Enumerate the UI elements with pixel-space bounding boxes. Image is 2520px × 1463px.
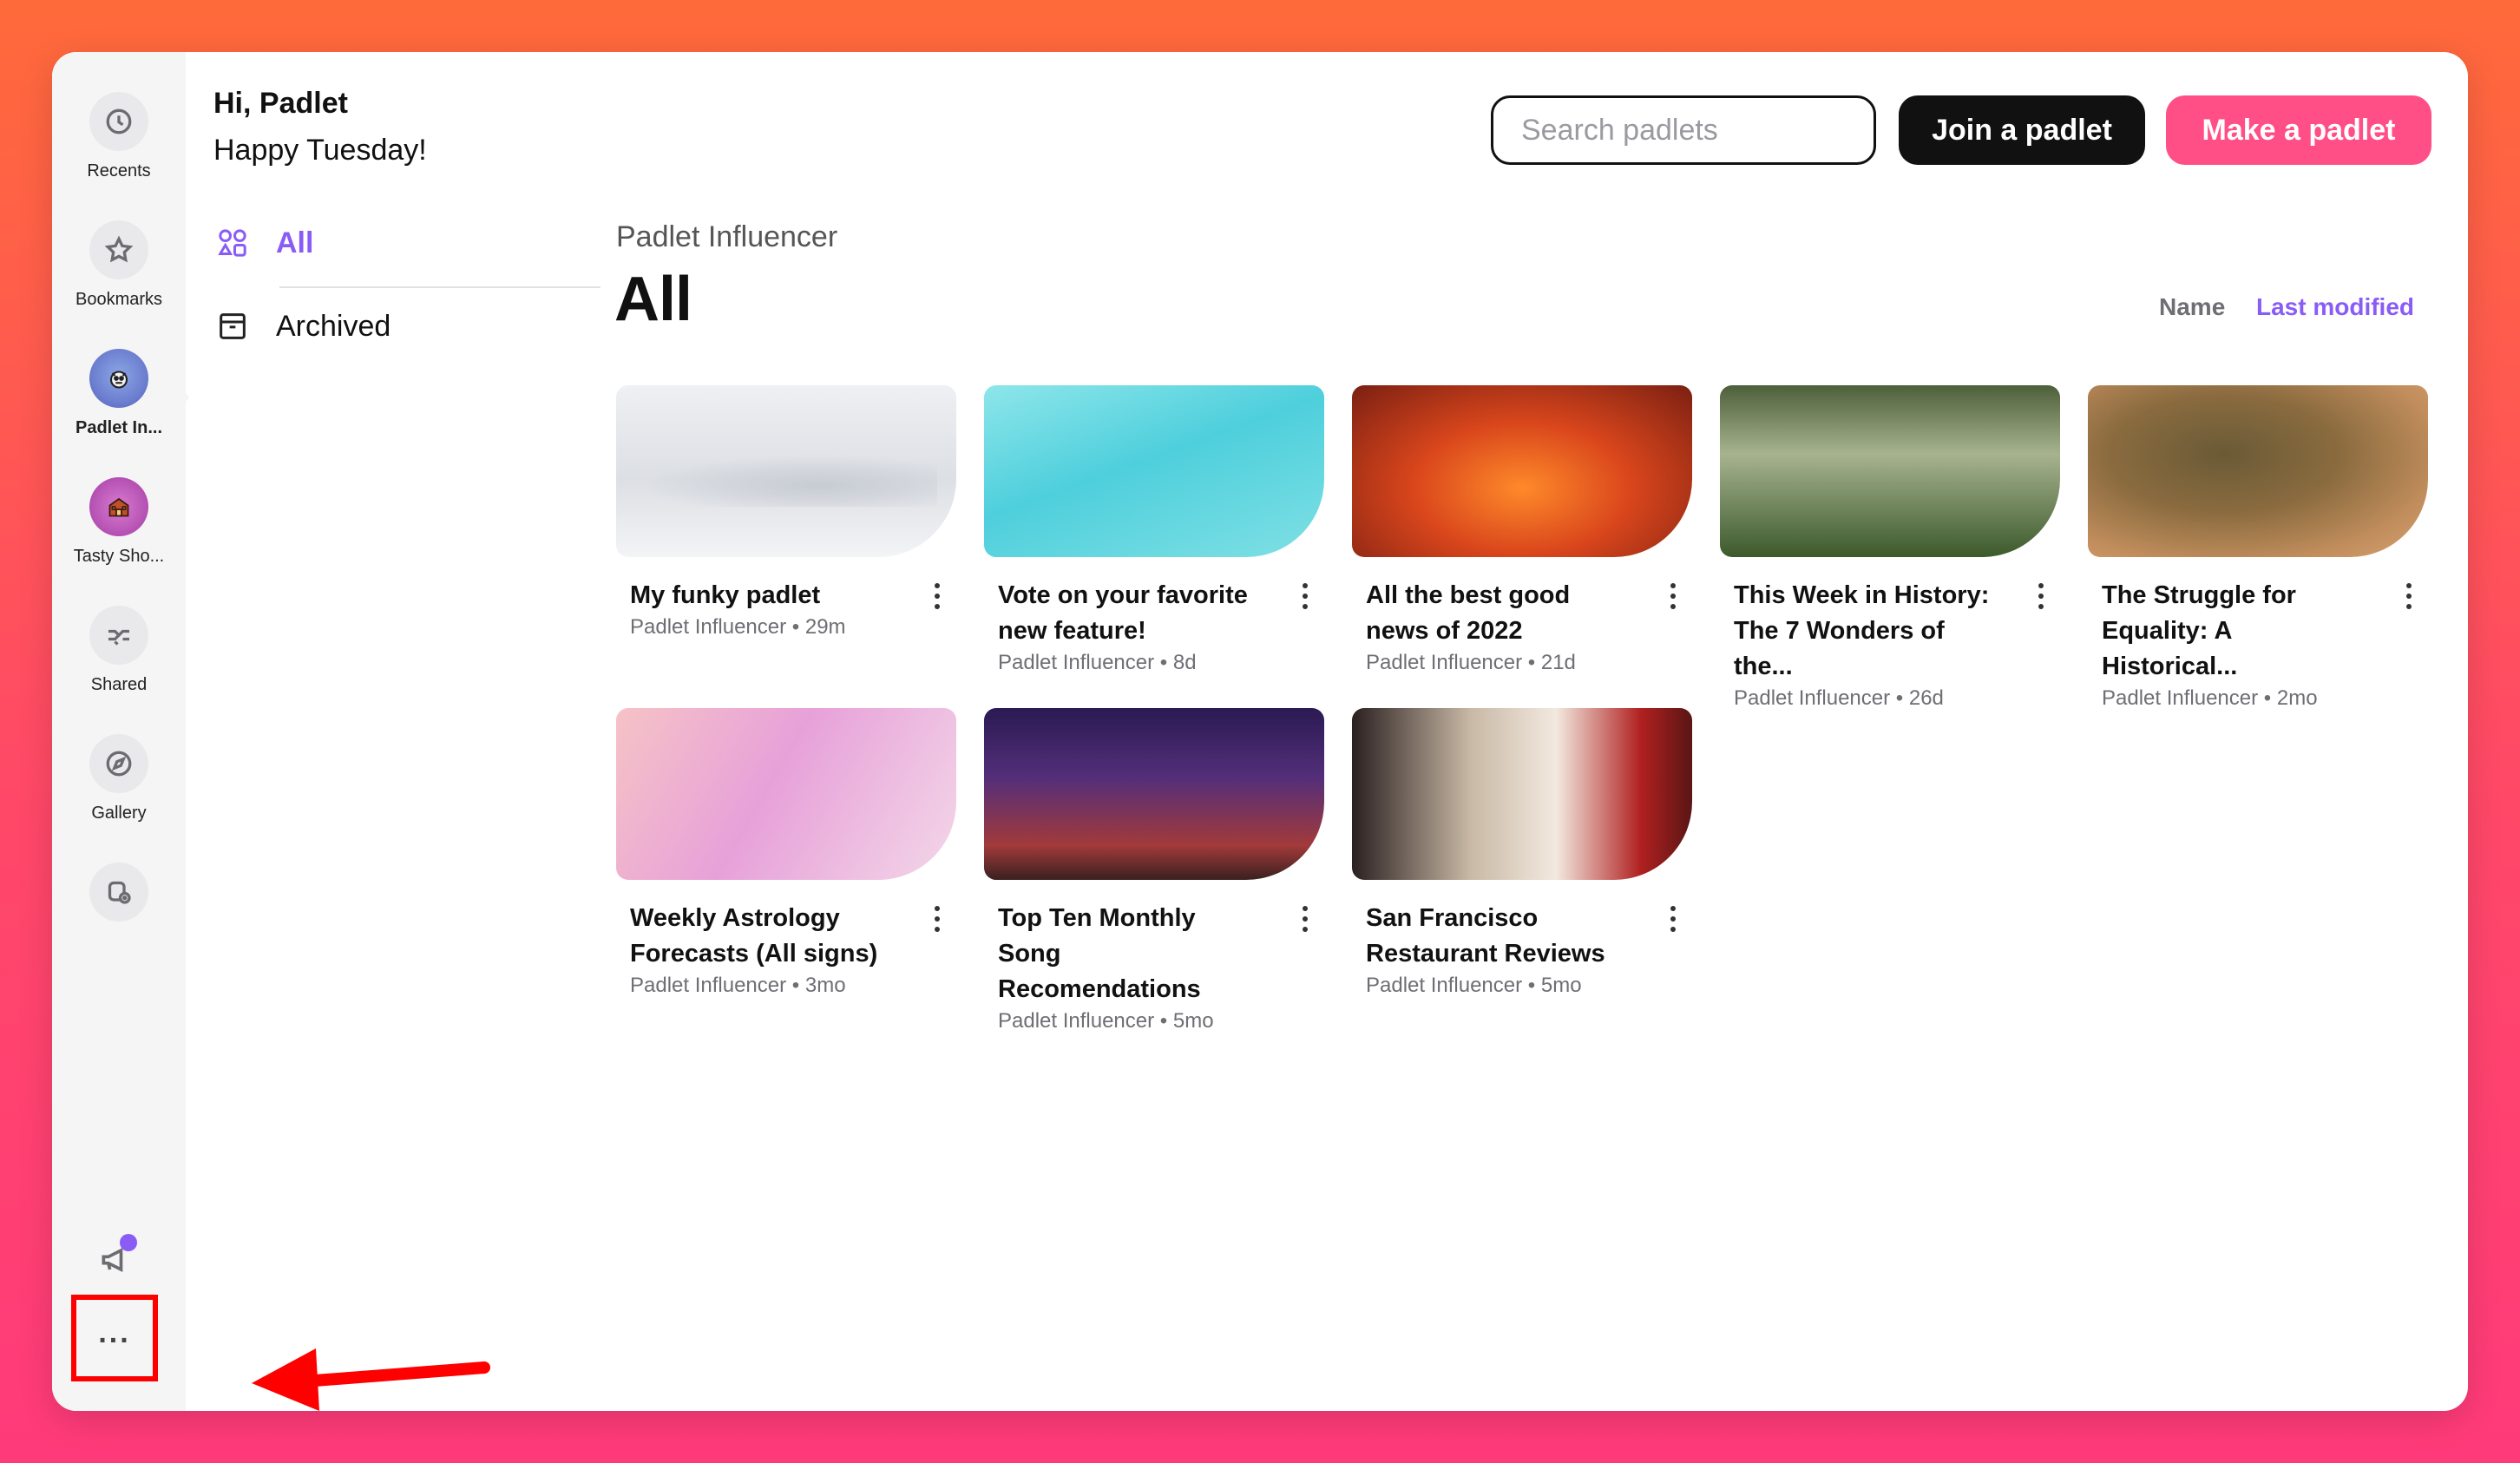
rail-padlet-influencer-label: Padlet In... [75,418,163,437]
card-title: San Francisco Restaurant Reviews [1366,904,1605,968]
card-meta: Padlet Influencer • 5mo [1366,974,1582,997]
star-icon [89,220,148,279]
left-rail: Recents Bookmarks Padlet In... Tasty Sho… [52,52,186,1411]
card-thumbnail [984,385,1324,557]
compass-icon [89,734,148,793]
join-padlet-button[interactable]: Join a padlet [1899,95,2145,165]
padlet-card[interactable]: This Week in History: The 7 Wonders of t… [1720,385,2060,711]
greeting: Hi, Padlet [213,87,348,120]
sort-by-last-modified[interactable]: Last modified [2256,293,2414,321]
rail-shared[interactable]: Shared [52,606,186,695]
card-title: My funky padlet [630,581,821,609]
padlet-card[interactable]: Top Ten Monthly Song Recomendations Padl… [984,708,1324,1033]
announcements-button[interactable] [97,1234,137,1283]
card-menu-icon[interactable] [929,583,946,609]
card-meta: Padlet Influencer • 8d [998,651,1197,674]
card-menu-icon[interactable] [2032,583,2050,609]
card-thumbnail [616,385,956,557]
card-menu-icon[interactable] [2400,583,2418,609]
card-menu-icon[interactable] [1664,906,1682,932]
rail-tasty-shop[interactable]: Tasty Sho... [52,477,186,567]
sort-by-name[interactable]: Name [2159,293,2225,321]
avatar [89,477,148,536]
card-meta: Padlet Influencer • 2mo [2102,686,2318,710]
card-thumbnail [1720,385,2060,557]
card-title: The Struggle for Equality: A Historical.… [2102,581,2296,680]
notification-dot [120,1234,137,1251]
rail-shared-label: Shared [90,675,148,694]
card-thumbnail [1352,385,1692,557]
make-padlet-button[interactable]: Make a padlet [2166,95,2431,165]
padlet-card[interactable]: My funky padlet Padlet Influencer • 29m [616,385,956,640]
card-meta: Padlet Influencer • 29m [630,615,846,639]
handshake-icon [89,606,148,665]
more-button[interactable]: ... [71,1295,158,1381]
rail-padlet-influencer[interactable]: Padlet In... [52,349,186,438]
folder-all[interactable]: All [215,226,313,260]
rail-bookmarks[interactable]: Bookmarks [52,220,186,310]
clock-icon [89,92,148,151]
ellipsis-icon: ... [98,1316,131,1349]
card-title: Vote on your favorite new feature! [998,581,1248,645]
archive-icon [220,313,246,339]
padlet-card[interactable]: The Struggle for Equality: A Historical.… [2088,385,2428,711]
grid-icon [218,229,246,257]
rail-gallery-label: Gallery [91,804,147,823]
card-menu-icon[interactable] [1296,583,1314,609]
rail-recents[interactable]: Recents [52,92,186,181]
card-menu-icon[interactable] [1296,906,1314,932]
subgreeting: Happy Tuesday! [213,134,427,167]
new-folder-icon [89,863,148,922]
card-thumbnail [616,708,956,880]
card-thumbnail [2088,385,2428,557]
padlet-card[interactable]: All the best good news of 2022 Padlet In… [1352,385,1692,675]
card-title: All the best good news of 2022 [1366,581,1571,645]
card-title: Top Ten Monthly Song Recomendations [998,904,1201,1003]
app-window: Recents Bookmarks Padlet In... Tasty Sho… [52,52,2468,1411]
rail-bookmarks-label: Bookmarks [75,290,163,309]
avatar [89,349,148,408]
folder-all-label: All [276,226,314,259]
card-thumbnail [1352,708,1692,880]
divider [279,286,600,288]
rail-recents-label: Recents [87,161,151,180]
annotation-arrow-icon [241,1340,495,1411]
folder-archived-label: Archived [276,309,391,343]
active-indicator [179,384,189,411]
padlet-card[interactable]: San Francisco Restaurant Reviews Padlet … [1352,708,1692,998]
card-title: Weekly Astrology Forecasts (All signs) [630,904,878,968]
card-meta: Padlet Influencer • 21d [1366,651,1576,674]
card-meta: Padlet Influencer • 26d [1734,686,1944,710]
page-title: All [614,265,692,334]
folder-archived[interactable]: Archived [215,309,390,344]
card-title: This Week in History: The 7 Wonders of t… [1734,581,1990,680]
rail-new-folder[interactable] [52,863,186,922]
card-thumbnail [984,708,1324,880]
card-meta: Padlet Influencer • 3mo [630,974,846,997]
card-menu-icon[interactable] [929,906,946,932]
search-input[interactable] [1491,95,1876,165]
breadcrumb: Padlet Influencer [616,220,838,253]
rail-gallery[interactable]: Gallery [52,734,186,823]
card-meta: Padlet Influencer • 5mo [998,1009,1214,1033]
rail-tasty-shop-label: Tasty Sho... [73,547,165,566]
card-menu-icon[interactable] [1664,583,1682,609]
padlet-card[interactable]: Weekly Astrology Forecasts (All signs) P… [616,708,956,998]
padlet-card[interactable]: Vote on your favorite new feature! Padle… [984,385,1324,675]
